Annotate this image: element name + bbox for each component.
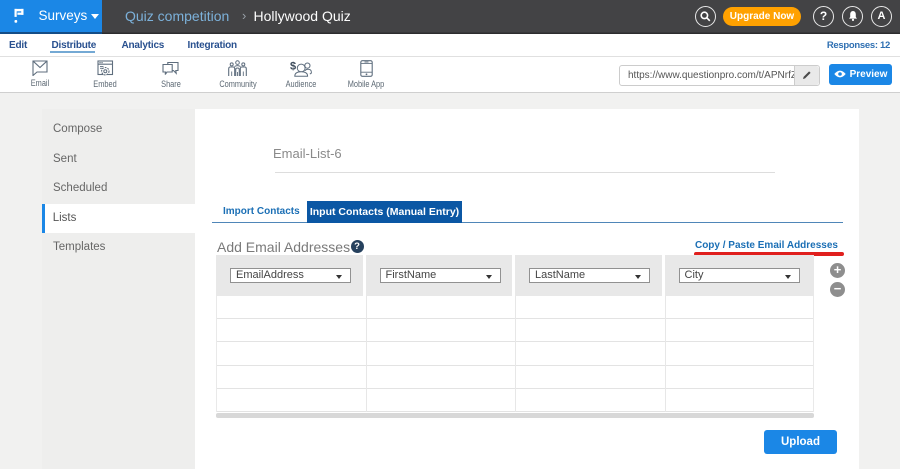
- svg-text:$: $: [290, 61, 296, 73]
